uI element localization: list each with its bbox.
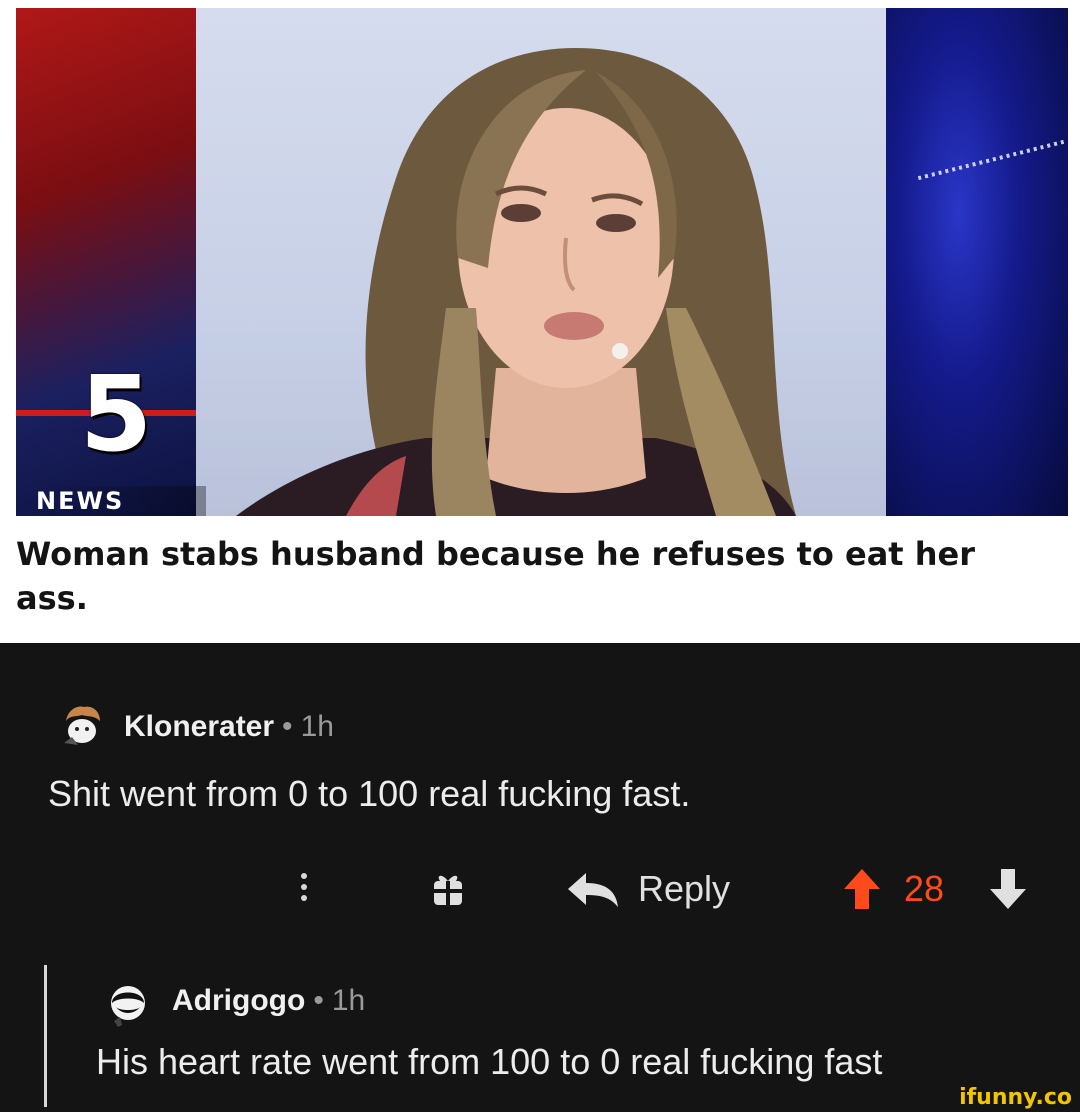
avatar[interactable] bbox=[104, 981, 152, 1029]
headline: Woman stabs husband because he refuses t… bbox=[16, 535, 975, 617]
news-blue-backdrop bbox=[886, 8, 1068, 516]
downvote-arrow-icon[interactable] bbox=[988, 867, 1028, 911]
more-options-icon[interactable] bbox=[292, 869, 316, 909]
reply-button[interactable]: Reply bbox=[566, 865, 730, 913]
avatar[interactable] bbox=[58, 701, 106, 749]
channel-number: 5 bbox=[79, 353, 153, 475]
comment-text: His heart rate went from 100 to 0 real f… bbox=[96, 1041, 883, 1082]
reply-label: Reply bbox=[638, 868, 731, 909]
news-meme: 5 NEWS Woman stabs husband because he re… bbox=[0, 0, 1080, 643]
timestamp: 1h bbox=[300, 710, 334, 743]
thread-line bbox=[44, 965, 47, 1107]
mugshot-person bbox=[236, 48, 796, 516]
comment-meta: Adrigogo • 1h bbox=[172, 981, 365, 1021]
award-icon[interactable] bbox=[428, 869, 468, 909]
vote-score: 28 bbox=[904, 868, 945, 909]
upvote-arrow-icon[interactable] bbox=[842, 867, 882, 911]
comment-thread: Klonerater • 1h Shit went from 0 to 100 re… bbox=[0, 643, 1080, 1112]
meta-separator: • bbox=[313, 984, 324, 1017]
reply-icon bbox=[568, 873, 618, 907]
channel-label: NEWS bbox=[36, 486, 206, 516]
watermark: ifunny.co bbox=[959, 1085, 1072, 1110]
comment-actions: Reply 28 bbox=[0, 859, 1080, 919]
news-photo: 5 NEWS bbox=[16, 8, 1068, 516]
timestamp: 1h bbox=[331, 984, 366, 1017]
username[interactable]: Adrigogo bbox=[172, 984, 305, 1017]
meta-separator: • bbox=[282, 710, 293, 743]
comment-meta: Klonerater • 1h bbox=[124, 707, 334, 747]
comment-text: Shit went from 0 to 100 real fucking fas… bbox=[48, 773, 691, 814]
username[interactable]: Klonerater bbox=[124, 710, 274, 743]
